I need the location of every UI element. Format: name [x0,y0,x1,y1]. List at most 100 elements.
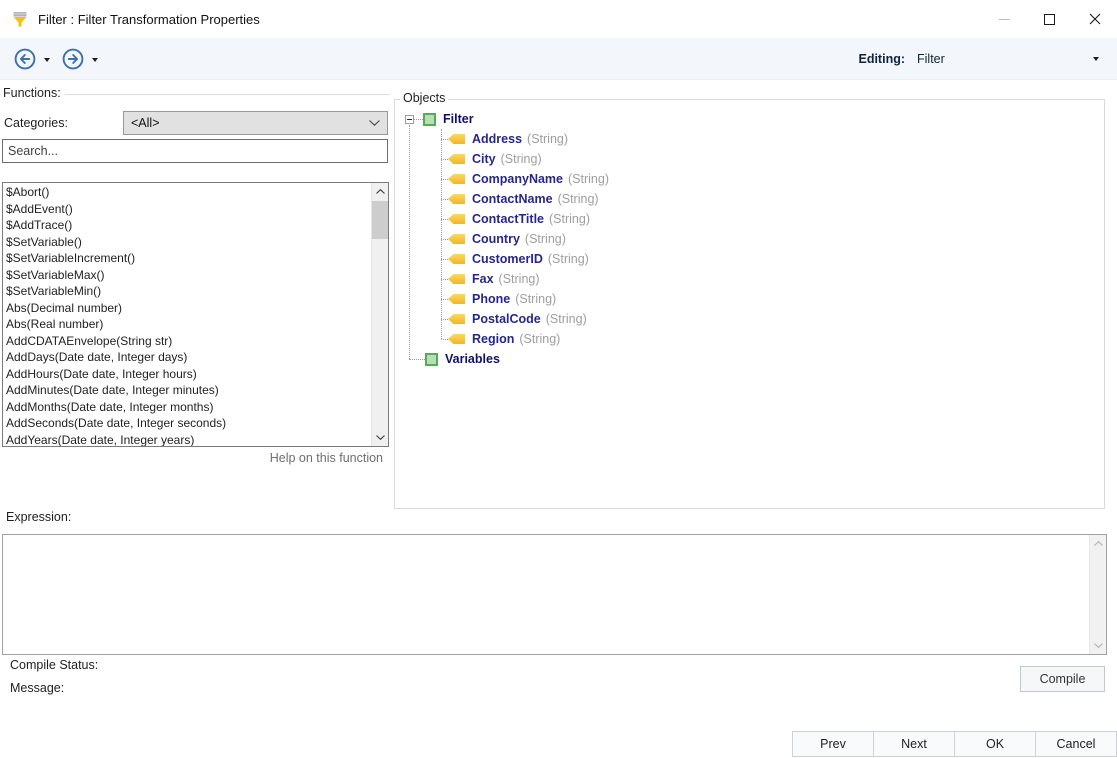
editing-selector: Editing: Filter [858,38,1103,80]
chevron-up-icon [1094,541,1103,546]
field-type: (String) [557,192,599,206]
minimize-button[interactable] [982,0,1027,38]
function-list-item[interactable]: AddYears(Date date, Integer years) [3,432,371,447]
titlebar: Filter : Filter Transformation Propertie… [0,0,1117,38]
function-list-item[interactable]: AddDays(Date date, Integer days) [3,349,371,366]
tree-node-variables[interactable]: Variables [405,349,1055,369]
scroll-up-button[interactable] [1090,535,1107,552]
field-type: (String) [519,332,561,346]
yellow-field-icon [448,214,465,224]
function-list-item[interactable]: $Abort() [3,184,371,201]
chevron-up-icon [376,189,385,194]
function-list-item[interactable]: AddHours(Date date, Integer hours) [3,366,371,383]
back-dropdown-button[interactable] [41,55,53,65]
caret-down-icon [1093,57,1099,61]
field-name: PostalCode [472,312,541,326]
scrollbar-thumb[interactable] [372,201,388,239]
categories-label: Categories: [4,116,68,130]
function-list-item[interactable]: AddSeconds(Date date, Integer seconds) [3,415,371,432]
chevron-down-icon [376,435,385,440]
toolbar: Editing: Filter [0,38,1117,80]
ok-button[interactable]: OK [954,731,1036,757]
expression-editor [2,534,1107,655]
window-title: Filter : Filter Transformation Propertie… [38,11,260,27]
caret-down-icon [44,58,50,62]
collapse-minus-icon[interactable] [405,114,414,124]
field-name: Region [472,332,515,346]
forward-button[interactable] [61,47,85,71]
tree-field-rows: Address (String) City (String) CompanyNa… [405,129,1055,349]
function-list-item[interactable]: AddCDATAEnvelope(String str) [3,333,371,350]
objects-group-label: Objects [400,91,449,105]
function-list-scrollbar[interactable] [371,183,388,446]
next-button[interactable]: Next [873,731,955,757]
tree-field-row[interactable]: Country (String) [405,229,1055,249]
function-list-item[interactable]: AddMinutes(Date date, Integer minutes) [3,382,371,399]
yellow-field-icon [448,134,465,144]
compile-button[interactable]: Compile [1020,666,1105,692]
function-search-input[interactable] [2,139,388,163]
function-list-item[interactable]: Abs(Real number) [3,316,371,333]
functions-group-header: Functions: [3,86,389,100]
field-name: Address [472,132,523,146]
field-type: (String) [547,252,589,266]
forward-dropdown-button[interactable] [89,55,101,65]
tree-field-row[interactable]: ContactTitle (String) [405,209,1055,229]
tree-field-row[interactable]: CompanyName (String) [405,169,1055,189]
expression-label: Expression: [6,510,72,524]
tree-node-filter[interactable]: Filter [405,109,1055,129]
minimize-icon [999,18,1010,20]
function-list-item[interactable]: $SetVariableMin() [3,283,371,300]
group-divider [64,93,389,95]
scroll-down-button[interactable] [372,429,388,446]
field-name: ContactTitle [472,212,544,226]
tree-field-row[interactable]: Address (String) [405,129,1055,149]
function-list-items: $Abort() $AddEvent() $AddTrace() $SetVar… [3,184,371,446]
function-list-item[interactable]: $SetVariableIncrement() [3,250,371,267]
tree-field-row[interactable]: Region (String) [405,329,1055,349]
tree-node-label: Filter [443,112,474,126]
yellow-field-icon [448,234,465,244]
yellow-field-icon [448,254,465,264]
maximize-icon [1044,13,1055,25]
function-list-item[interactable]: Abs(Decimal number) [3,300,371,317]
expression-input[interactable] [3,535,1089,654]
footer-button-bar: Prev Next OK Cancel [792,731,1117,757]
function-list-item[interactable]: $SetVariableMax() [3,267,371,284]
editing-combobox[interactable]: Filter [913,47,1103,71]
tree-field-row[interactable]: Fax (String) [405,269,1055,289]
tree-line [414,118,423,120]
scroll-down-button[interactable] [1090,637,1107,654]
tree-field-row[interactable]: ContactName (String) [405,189,1055,209]
function-list-item[interactable]: $AddEvent() [3,201,371,218]
categories-combobox[interactable]: <All> [123,111,388,135]
scroll-up-button[interactable] [372,183,388,200]
objects-groupbox: Objects Filter Address (String) City (St… [394,91,1105,509]
function-list-item[interactable]: AddMonths(Date date, Integer months) [3,399,371,416]
back-button[interactable] [13,47,37,71]
tree-field-row[interactable]: CustomerID (String) [405,249,1055,269]
yellow-field-icon [448,194,465,204]
back-icon [14,48,36,70]
categories-value: <All> [131,116,160,130]
cancel-button[interactable]: Cancel [1035,731,1117,757]
field-name: ContactName [472,192,553,206]
field-name: Fax [472,272,494,286]
tree-field-row[interactable]: Phone (String) [405,289,1055,309]
expression-scrollbar[interactable] [1089,535,1106,654]
tree-field-row[interactable]: City (String) [405,149,1055,169]
tree-field-row[interactable]: PostalCode (String) [405,309,1055,329]
function-list[interactable]: $Abort() $AddEvent() $AddTrace() $SetVar… [2,182,389,447]
yellow-field-icon [448,334,465,344]
window-controls [982,0,1117,38]
field-type: (String) [527,132,569,146]
close-button[interactable] [1072,0,1117,38]
field-name: City [472,152,496,166]
tree-node-label: Variables [445,352,500,366]
maximize-button[interactable] [1027,0,1072,38]
function-list-item[interactable]: $SetVariable() [3,234,371,251]
functions-group-label: Functions: [3,86,61,100]
help-on-function-link[interactable]: Help on this function [2,451,383,465]
function-list-item[interactable]: $AddTrace() [3,217,371,234]
prev-button[interactable]: Prev [792,731,874,757]
